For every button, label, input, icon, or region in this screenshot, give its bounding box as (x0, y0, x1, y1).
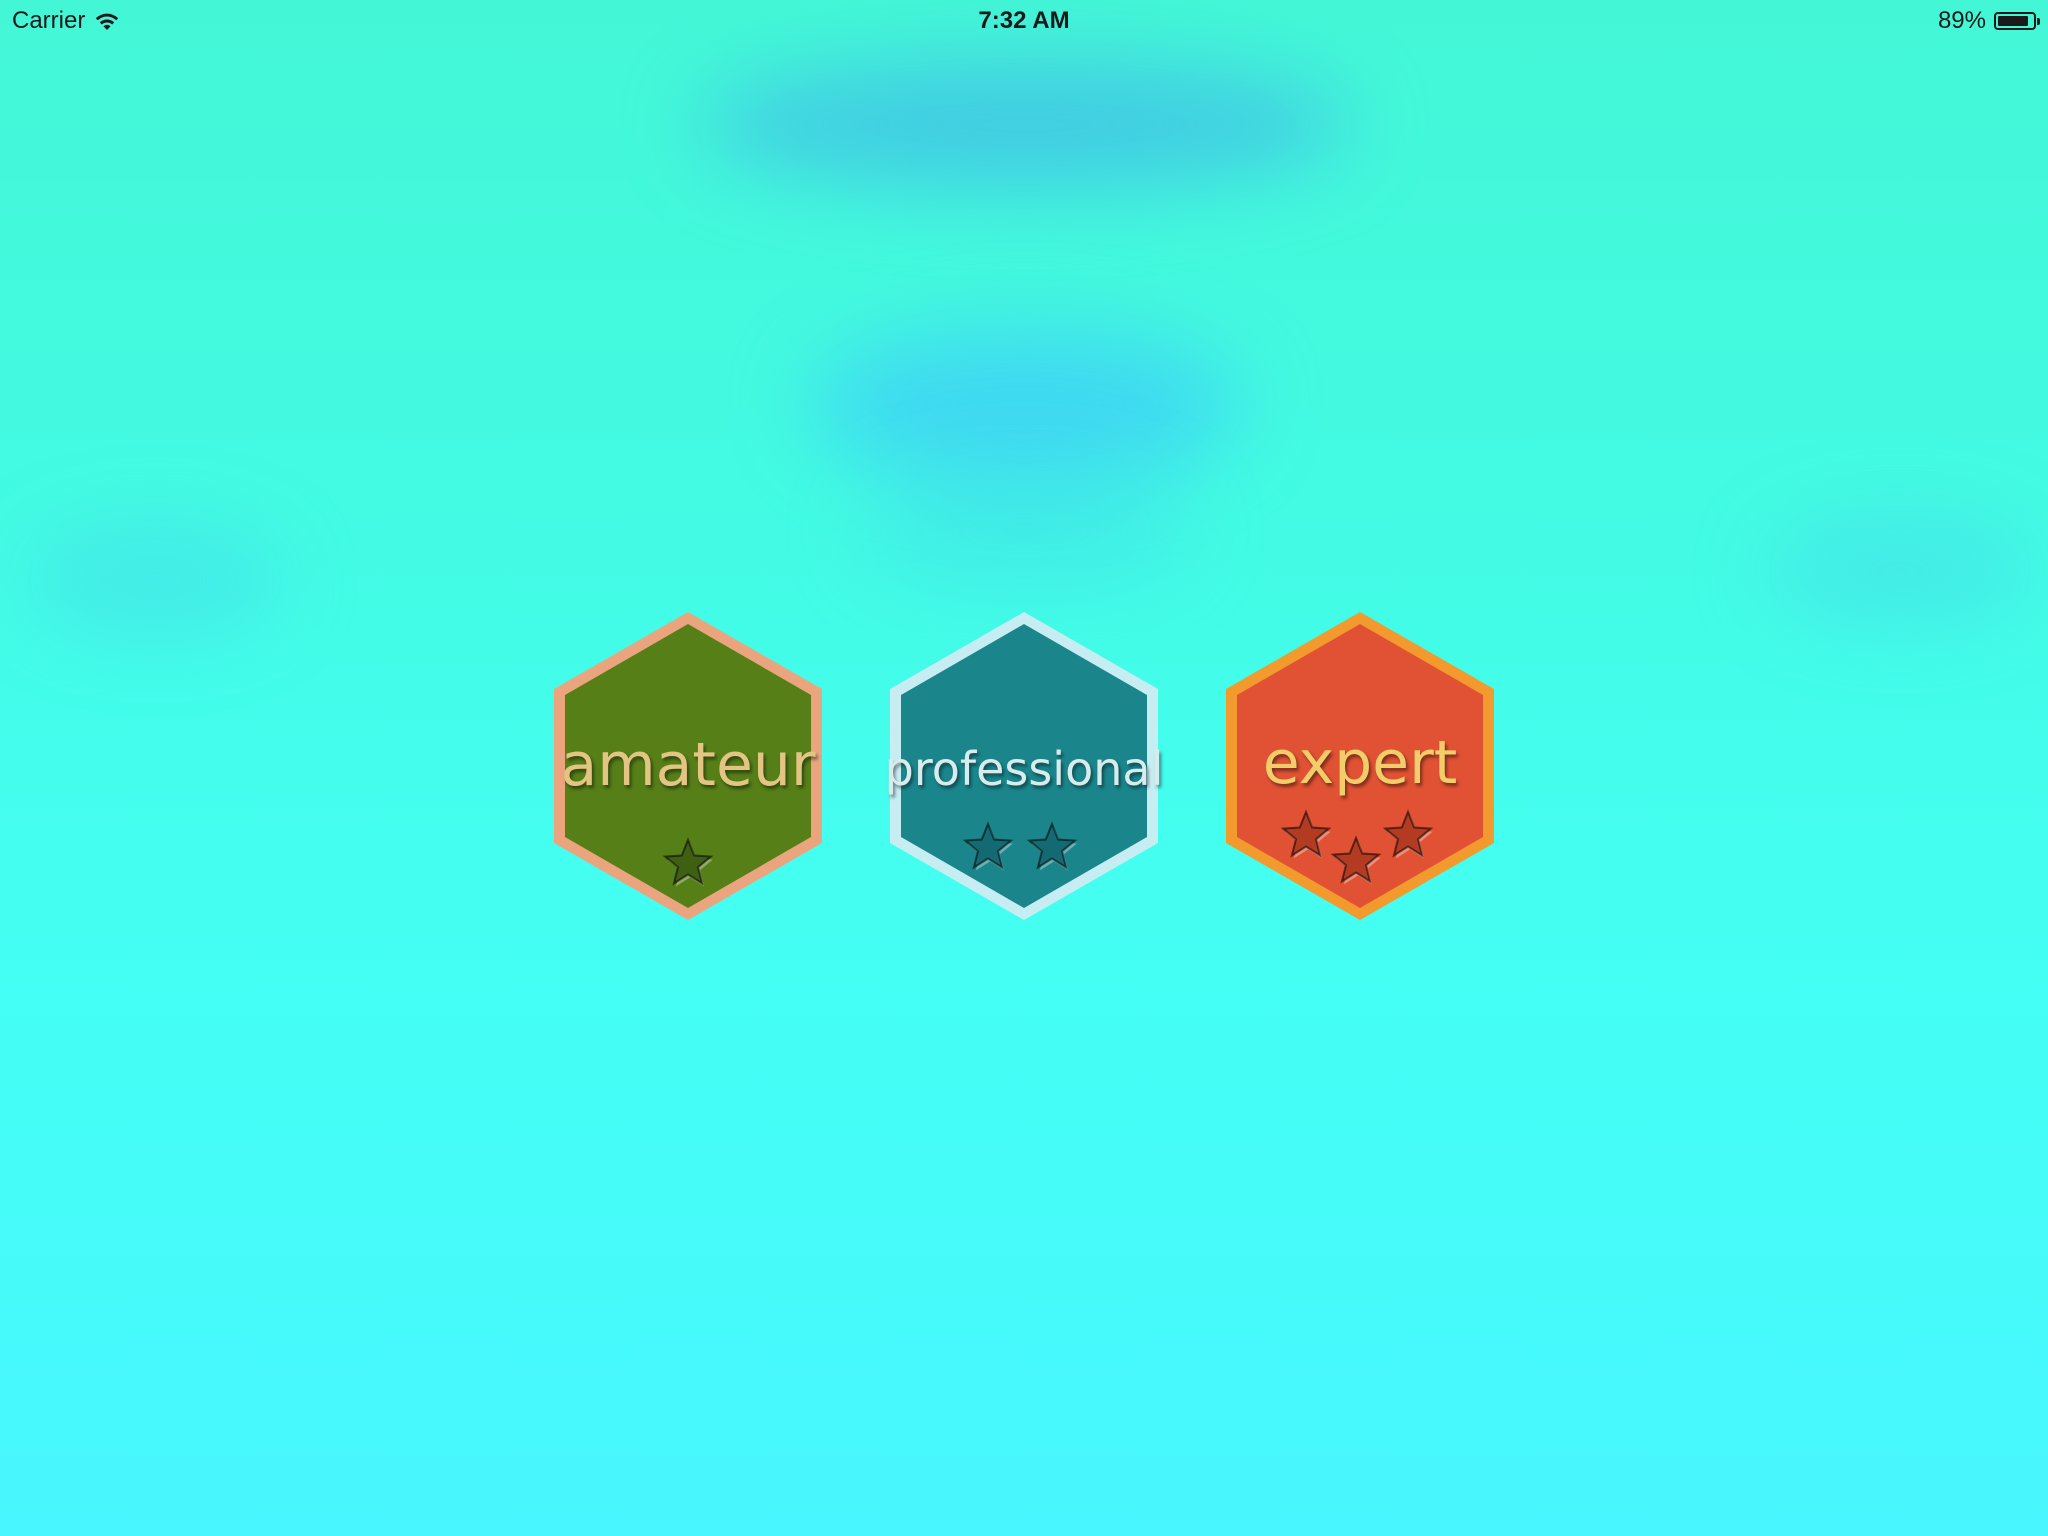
star-rating-icon (1280, 809, 1434, 885)
battery-fill (1998, 16, 2029, 26)
status-time: 7:32 AM (978, 7, 1070, 34)
status-bar: Carrier 7:32 AM 89% (0, 0, 2048, 40)
battery-percent: 89% (1937, 7, 1986, 34)
level-button-amateur[interactable]: amateur (548, 608, 828, 924)
background-blur-right (1770, 520, 2030, 620)
background-blur-left (30, 530, 280, 630)
level-button-professional[interactable]: professional (884, 608, 1164, 924)
level-button-expert[interactable]: expert (1220, 608, 1500, 924)
star-rating-icon (962, 821, 1078, 871)
background-blur-top (700, 60, 1350, 190)
battery-icon (1994, 12, 2040, 30)
star-rating-icon (662, 837, 714, 887)
background-blur-middle (810, 330, 1240, 480)
background-blur-middle-lower (860, 470, 1190, 590)
battery-indicator: 89% (1937, 7, 2040, 35)
